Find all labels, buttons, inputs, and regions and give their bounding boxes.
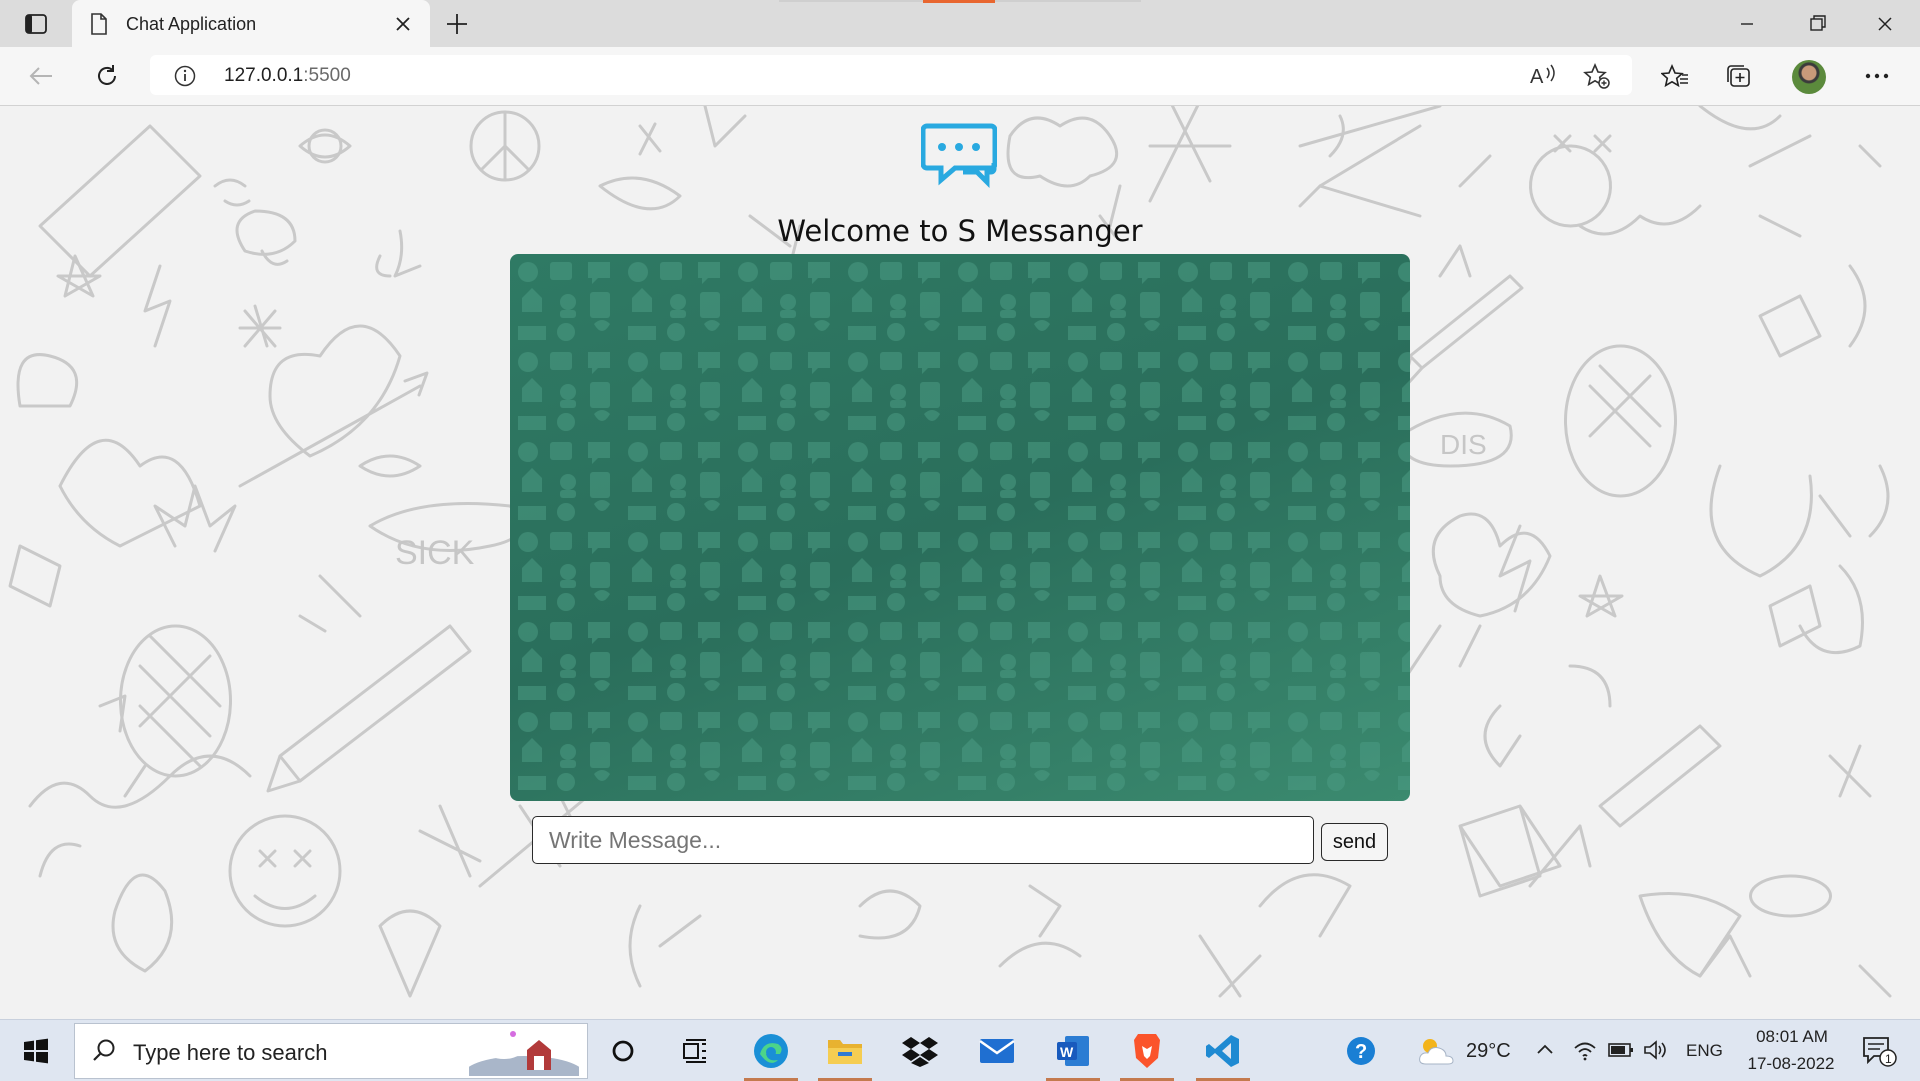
favorites-icon <box>1661 63 1688 88</box>
tab-title: Chat Application <box>126 14 257 34</box>
file-explorer-icon <box>828 1040 862 1064</box>
task-view-button[interactable] <box>672 1030 718 1072</box>
address-bar[interactable]: 127.0.0.1:5500 A <box>150 55 1632 95</box>
edge-icon <box>754 1034 788 1068</box>
notification-count: 1 <box>1885 1052 1892 1066</box>
windows-start-icon[interactable] <box>14 1034 58 1068</box>
loading-indicator <box>779 0 1141 3</box>
browser-tab-strip: Chat Application <box>0 0 1920 47</box>
tab-actions-button[interactable] <box>14 8 58 40</box>
vscode-icon <box>1206 1035 1239 1067</box>
mail-button[interactable] <box>974 1030 1020 1072</box>
welcome-heading: Welcome to S Messanger <box>777 214 1143 248</box>
task-view-icon <box>683 1039 706 1063</box>
restore-icon[interactable] <box>1800 10 1834 38</box>
word-icon: W <box>1057 1036 1089 1066</box>
tab-actions-icon <box>25 14 47 34</box>
search-placeholder: Type here to search <box>133 1040 328 1065</box>
weather-partly-cloudy-icon[interactable] <box>1414 1034 1458 1068</box>
add-favorite-icon[interactable] <box>1582 62 1612 90</box>
file-explorer-button[interactable] <box>818 1030 872 1081</box>
search-icon <box>93 1039 115 1061</box>
messenger-logo-icon <box>921 123 997 189</box>
windows-taskbar: Type here to search W ? 29°C ENG 08:01 A… <box>0 1019 1920 1081</box>
send-button[interactable]: send <box>1321 823 1388 861</box>
address-port: :5500 <box>303 65 351 86</box>
chevron-up-icon[interactable] <box>1534 1038 1556 1060</box>
clock-date[interactable]: 17-08-2022 <box>1736 1054 1846 1074</box>
page-icon <box>91 13 107 35</box>
back-button[interactable] <box>24 59 58 93</box>
profile-avatar[interactable] <box>1792 60 1826 94</box>
close-window-icon[interactable] <box>1868 10 1902 38</box>
help-icon: ? <box>1347 1037 1375 1065</box>
collections-button[interactable] <box>1722 59 1756 93</box>
volume-icon[interactable] <box>1642 1038 1668 1062</box>
temperature-label[interactable]: 29°C <box>1466 1040 1511 1063</box>
message-input[interactable] <box>532 816 1314 864</box>
svg-text:SICK: SICK <box>395 534 475 572</box>
cortana-icon <box>612 1040 634 1062</box>
collections-icon <box>1727 65 1750 87</box>
svg-text:DIS: DIS <box>1440 429 1487 460</box>
battery-icon[interactable] <box>1608 1040 1634 1060</box>
edge-taskbar-button[interactable] <box>744 1030 798 1081</box>
back-arrow-icon <box>29 67 52 85</box>
chat-messages-area[interactable] <box>510 254 1410 801</box>
read-aloud-icon[interactable]: A <box>1528 62 1558 88</box>
notification-center-icon[interactable]: 1 <box>1860 1034 1900 1068</box>
svg-text:W: W <box>1060 1044 1074 1060</box>
svg-text:?: ? <box>1355 1041 1367 1063</box>
cortana-button[interactable] <box>600 1030 646 1072</box>
minimize-icon[interactable] <box>1730 10 1764 38</box>
brave-button[interactable] <box>1120 1030 1174 1081</box>
svg-text:A: A <box>1530 66 1544 88</box>
vscode-button[interactable] <box>1196 1030 1250 1081</box>
search-highlight-icon <box>469 1031 579 1076</box>
site-info-icon[interactable] <box>174 65 196 87</box>
taskbar-search-box[interactable]: Type here to search <box>74 1023 588 1079</box>
brave-icon <box>1134 1034 1160 1068</box>
word-button[interactable]: W <box>1046 1030 1100 1081</box>
dropbox-icon <box>902 1037 938 1067</box>
chat-pattern-icon <box>510 254 1410 801</box>
more-icon <box>1865 73 1889 79</box>
new-tab-icon[interactable] <box>442 10 472 38</box>
wifi-icon[interactable] <box>1572 1038 1598 1062</box>
settings-menu-button[interactable] <box>1860 59 1894 93</box>
clock-time[interactable]: 08:01 AM <box>1742 1027 1842 1047</box>
address-url[interactable]: 127.0.0.1:5500 <box>224 65 351 87</box>
dropbox-button[interactable] <box>897 1030 943 1072</box>
page-content: SICK DIS Welcome to S Messanger Write Me… <box>0 106 1920 1019</box>
mail-icon <box>979 1039 1015 1063</box>
close-tab-icon[interactable] <box>392 13 414 35</box>
help-button[interactable]: ? <box>1338 1030 1384 1072</box>
active-tab[interactable]: Chat Application <box>72 0 430 47</box>
browser-toolbar: 127.0.0.1:5500 A <box>0 47 1920 106</box>
refresh-button[interactable] <box>90 59 124 93</box>
address-host: 127.0.0.1 <box>224 65 304 86</box>
language-indicator[interactable]: ENG <box>1686 1041 1723 1061</box>
favorites-button[interactable] <box>1658 59 1692 93</box>
refresh-icon <box>98 65 116 85</box>
